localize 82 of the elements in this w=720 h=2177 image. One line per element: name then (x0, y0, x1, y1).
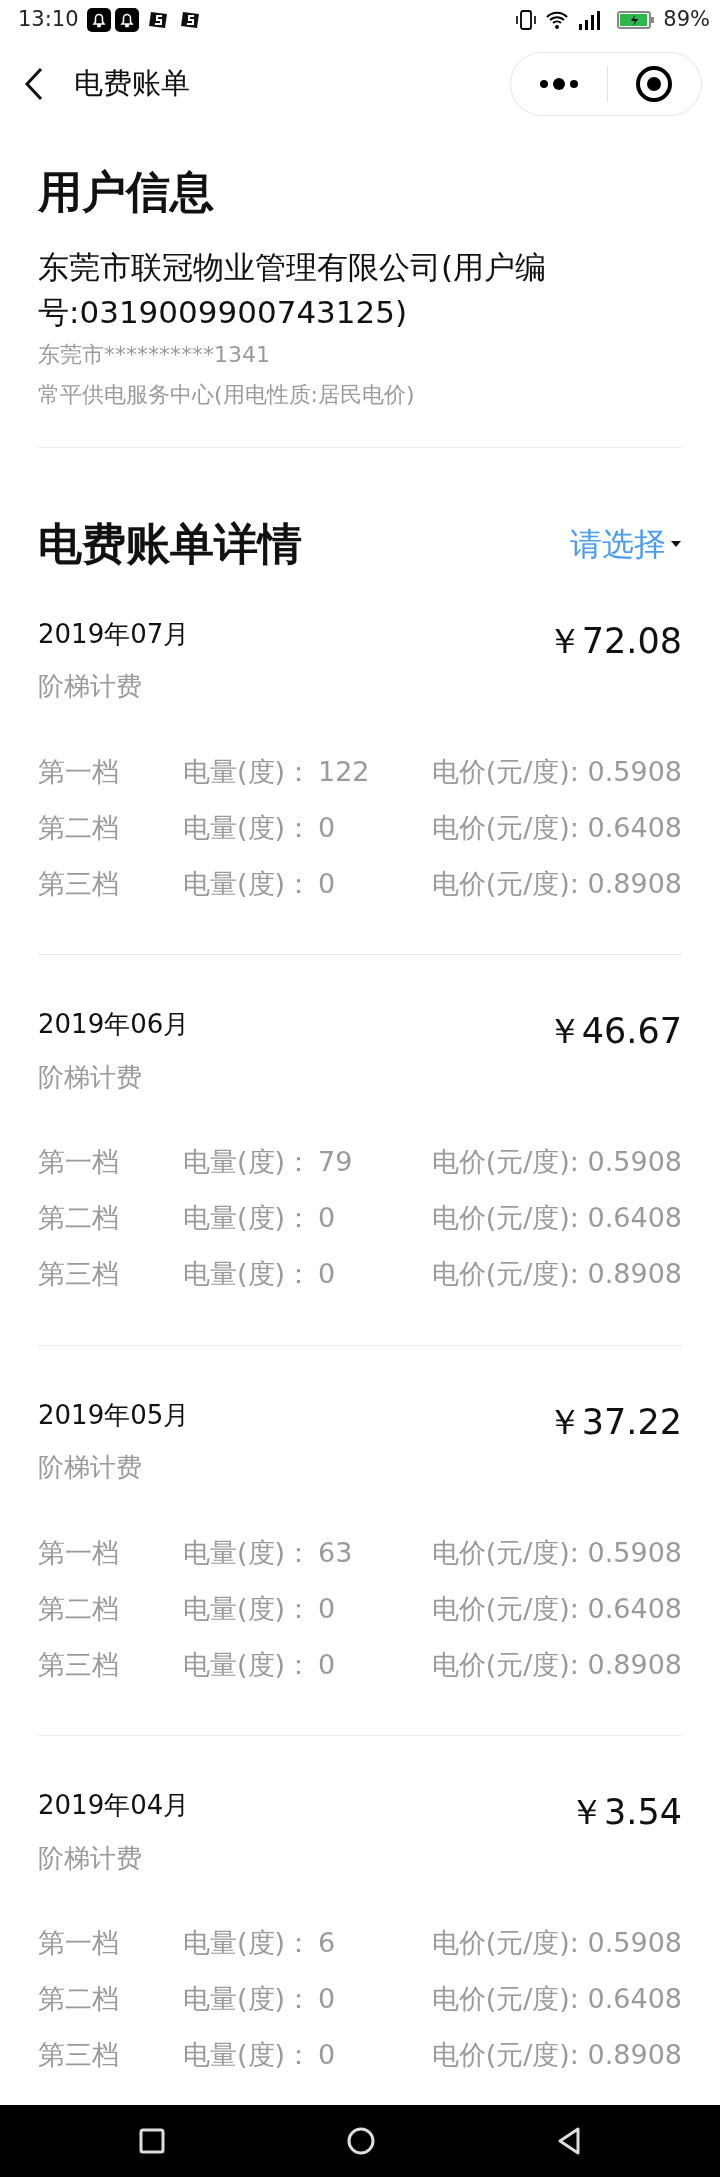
usage-label: 电量(度)： (183, 1145, 314, 1180)
wifi-icon (545, 9, 570, 31)
page-title: 电费账单 (74, 65, 190, 103)
unit-price: 电价(元/度): 0.5908 (431, 754, 682, 789)
unit-price: 电价(元/度): 0.8908 (431, 1647, 682, 1682)
usage-value: 0 (318, 810, 337, 845)
tier-name: 第一档 (38, 1535, 120, 1570)
tier-name: 第三档 (38, 866, 120, 901)
unit-price: 电价(元/度): 0.6408 (431, 1201, 682, 1236)
signal-icon (577, 9, 602, 31)
home-icon[interactable] (347, 2127, 375, 2155)
bill-amount: ￥46.67 (546, 1010, 682, 1054)
usage-label: 电量(度)： (183, 754, 314, 789)
tier-name: 第一档 (38, 1926, 120, 1961)
tier-name: 第二档 (38, 1201, 120, 1236)
usage-label: 电量(度)： (183, 1535, 314, 1570)
section-title: 电费账单详情 (38, 517, 302, 571)
bill-month: 2019年05月 (38, 1398, 190, 1432)
vibrate-icon (515, 9, 538, 31)
tier-name: 第一档 (38, 754, 120, 789)
bell-icon (114, 8, 139, 32)
usage-value: 122 (318, 754, 371, 789)
usage-label: 电量(度)： (183, 1591, 314, 1626)
billing-method: 阶梯计费 (38, 1451, 143, 1485)
usage-label: 电量(度)： (183, 1982, 314, 2017)
tier-name: 第三档 (38, 2038, 120, 2073)
unit-price: 电价(元/度): 0.6408 (431, 810, 682, 845)
bell-icon (86, 8, 111, 32)
usage-value: 6 (318, 1926, 337, 1961)
month-filter-dropdown[interactable]: 请选择 (570, 520, 682, 569)
usage-value: 63 (318, 1535, 354, 1570)
customer-name: 东莞市联冠物业管理有限公司(用户编号:0319009900743125) (38, 247, 548, 332)
caret-icon (670, 540, 682, 549)
usage-label: 电量(度)： (183, 866, 314, 901)
close-icon[interactable] (635, 65, 674, 103)
service-center: 常平供电服务中心(用电性质:居民电价) (38, 380, 416, 409)
bill-amount: ￥37.22 (546, 1400, 682, 1444)
recents-icon[interactable] (139, 2128, 165, 2154)
bill-month: 2019年04月 (38, 1789, 190, 1823)
unit-price: 电价(元/度): 0.8908 (431, 866, 682, 901)
usage-value: 0 (318, 1257, 337, 1292)
battery-percent: 89% (663, 6, 710, 34)
tier-name: 第二档 (38, 810, 120, 845)
tier-name: 第三档 (38, 1647, 120, 1682)
billing-method: 阶梯计费 (38, 670, 143, 704)
usage-label: 电量(度)： (183, 2038, 314, 2073)
usage-value: 0 (318, 1647, 337, 1682)
usage-label: 电量(度)： (183, 1257, 314, 1292)
tier-name: 第二档 (38, 1982, 120, 2017)
status-time: 13:10 (18, 6, 79, 34)
unit-price: 电价(元/度): 0.6408 (431, 1591, 682, 1626)
usage-value: 79 (318, 1145, 354, 1180)
customer-address: 东莞市**********1341 (38, 340, 271, 369)
billing-method: 阶梯计费 (38, 1841, 143, 1875)
section-title: 用户信息 (38, 166, 215, 219)
more-icon[interactable] (538, 77, 579, 91)
usage-value: 0 (318, 1982, 337, 2017)
billing-method: 阶梯计费 (38, 1060, 143, 1094)
usage-value: 0 (318, 1591, 337, 1626)
bill-month: 2019年06月 (38, 1008, 190, 1042)
tier-name: 第二档 (38, 1591, 120, 1626)
tier-name: 第一档 (38, 1145, 120, 1180)
battery-icon (617, 10, 656, 30)
usage-label: 电量(度)： (183, 1647, 314, 1682)
usage-label: 电量(度)： (183, 1926, 314, 1961)
usage-value: 0 (318, 2038, 337, 2073)
unit-price: 电价(元/度): 0.5908 (431, 1145, 682, 1180)
unit-price: 电价(元/度): 0.5908 (431, 1535, 682, 1570)
usage-label: 电量(度)： (183, 1201, 314, 1236)
usage-value: 0 (318, 866, 337, 901)
unit-price: 电价(元/度): 0.8908 (431, 1257, 682, 1292)
bill-month: 2019年07月 (38, 617, 190, 651)
usage-label: 电量(度)： (183, 810, 314, 845)
tier-name: 第三档 (38, 1257, 120, 1292)
bill-amount: ￥3.54 (569, 1791, 682, 1835)
unit-price: 电价(元/度): 0.6408 (431, 1982, 682, 2017)
back-icon[interactable] (24, 67, 44, 101)
back-nav-icon[interactable] (557, 2127, 581, 2155)
unit-price: 电价(元/度): 0.8908 (431, 2038, 682, 2073)
bill-amount: ￥72.08 (546, 619, 682, 663)
usage-value: 0 (318, 1201, 337, 1236)
unit-price: 电价(元/度): 0.5908 (431, 1926, 682, 1961)
